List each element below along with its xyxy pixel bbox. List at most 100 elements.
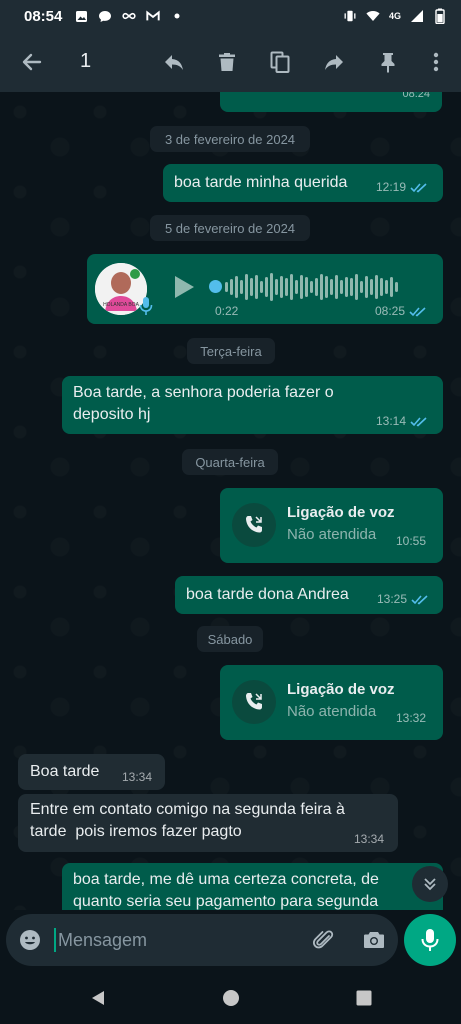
scroll-to-bottom-button[interactable] xyxy=(412,866,448,902)
message-input-container[interactable] xyxy=(6,914,398,966)
nav-back-icon xyxy=(92,991,104,1005)
waveform-bar xyxy=(370,279,373,295)
status-notification-icons xyxy=(74,9,184,23)
message-text: Boa tarde xyxy=(30,763,100,780)
waveform-bar xyxy=(280,276,283,298)
waveform-bar xyxy=(245,274,248,300)
voice-message[interactable]: HOLANDA BOA 0:22 08:25 xyxy=(87,254,443,324)
missed-call-icon xyxy=(246,516,262,533)
nav-recents-button[interactable] xyxy=(352,986,376,1010)
voice-waveform[interactable] xyxy=(225,272,398,302)
message-composer xyxy=(0,910,461,970)
message-text-line: tarde pois iremos fazer pagto xyxy=(30,823,242,840)
message-time: 13:25 xyxy=(377,592,408,606)
waveform-bar xyxy=(310,281,313,293)
waveform-bar xyxy=(235,276,238,298)
outgoing-message[interactable]: boa tarde, me dê uma certeza concreta, d… xyxy=(62,863,443,910)
delete-button[interactable] xyxy=(213,48,241,76)
waveform-bar xyxy=(355,274,358,300)
play-button[interactable] xyxy=(171,274,197,305)
battery-icon xyxy=(433,8,447,24)
image-icon xyxy=(74,9,88,23)
nav-home-icon xyxy=(223,990,239,1006)
network-type: 4G xyxy=(388,11,401,21)
waveform-bar xyxy=(285,278,288,296)
message-text-line: deposito hj xyxy=(73,406,151,423)
message-meta: 13:14 xyxy=(376,414,428,428)
missed-voice-call[interactable]: Ligação de voz Não atendida 13:32 xyxy=(220,665,443,740)
waveform-bar xyxy=(330,279,333,295)
waveform-bar xyxy=(295,280,298,294)
message-time: 13:32 xyxy=(396,711,427,725)
pin-button[interactable] xyxy=(374,48,402,76)
outgoing-message[interactable]: Boa tarde, a senhora poderia fazer o dep… xyxy=(62,376,443,434)
read-ticks-icon xyxy=(410,182,427,192)
read-ticks-icon xyxy=(409,306,426,316)
waveform-bar xyxy=(350,278,353,296)
missed-voice-call[interactable]: Ligação de voz Não atendida 10:55 xyxy=(220,488,443,563)
outgoing-message[interactable]: boa tarde dona Andrea 13:25 xyxy=(175,576,443,614)
message-bubble-partial[interactable]: 08:24 xyxy=(220,92,442,112)
voice-progress-knob[interactable] xyxy=(209,280,222,293)
attach-button[interactable] xyxy=(312,928,336,957)
microphone-icon xyxy=(421,929,439,951)
wifi-icon xyxy=(366,9,380,23)
message-meta: 08:25 xyxy=(375,304,427,318)
date-separator: Sábado xyxy=(197,626,263,652)
waveform-bar xyxy=(225,282,228,292)
pin-icon xyxy=(381,53,395,73)
nav-home-button[interactable] xyxy=(219,986,243,1010)
read-ticks-icon xyxy=(411,594,428,604)
waveform-bar xyxy=(300,275,303,299)
voice-duration: 0:22 xyxy=(215,304,239,318)
outgoing-message[interactable]: boa tarde minha querida 12:19 xyxy=(163,164,443,202)
double-chevron-down-icon xyxy=(424,878,436,891)
dot-icon xyxy=(170,9,184,23)
waveform-bar xyxy=(375,275,378,299)
missed-call-icon xyxy=(246,693,262,710)
incoming-message[interactable]: Entre em contato comigo na segunda feira… xyxy=(18,794,398,852)
waveform-bar xyxy=(315,278,318,296)
message-text: boa tarde minha querida xyxy=(174,174,348,191)
waveform-bar xyxy=(255,275,258,299)
signal-icon xyxy=(410,9,424,23)
trash-icon xyxy=(219,53,235,71)
reply-button[interactable] xyxy=(160,48,188,76)
emoji-button[interactable] xyxy=(18,928,42,957)
more-vert-icon xyxy=(433,52,439,72)
message-text-line: Boa tarde, a senhora poderia fazer o xyxy=(73,384,334,401)
message-meta: 13:25 xyxy=(377,592,429,606)
call-status: Não atendida xyxy=(287,526,377,543)
message-text-line: boa tarde, me dê uma certeza concreta, d… xyxy=(73,871,379,888)
copy-button[interactable] xyxy=(266,48,294,76)
call-title: Ligação de voz xyxy=(287,681,395,698)
chat-area[interactable]: 08:24 3 de fevereiro de 2024 boa tarde m… xyxy=(0,92,461,910)
more-options-button[interactable] xyxy=(422,48,450,76)
message-time: 13:34 xyxy=(122,770,153,784)
back-button[interactable] xyxy=(18,48,46,76)
message-time: 08:25 xyxy=(375,304,406,318)
message-text-line: quanto seria seu pagamento para segunda xyxy=(73,893,379,910)
date-separator: Quarta-feira xyxy=(182,449,278,475)
waveform-bar xyxy=(345,277,348,297)
waveform-bar xyxy=(335,275,338,299)
camera-button[interactable] xyxy=(362,928,386,957)
nav-back-button[interactable] xyxy=(86,986,110,1010)
message-meta: 12:19 xyxy=(376,180,428,194)
message-text: boa tarde dona Andrea xyxy=(186,586,349,603)
voice-record-button[interactable] xyxy=(404,914,456,966)
incoming-message[interactable]: Boa tarde 13:34 xyxy=(18,754,165,790)
system-navigation-bar xyxy=(0,970,461,1024)
message-time: 08:24 xyxy=(402,92,430,100)
status-bar: 08:54 4G xyxy=(0,0,461,32)
message-input[interactable] xyxy=(54,928,294,952)
waveform-bar xyxy=(325,276,328,298)
waveform-bar xyxy=(320,274,323,300)
forward-button[interactable] xyxy=(320,48,348,76)
copy-icon xyxy=(270,51,290,73)
call-icon-container xyxy=(232,503,276,547)
waveform-bar xyxy=(305,277,308,297)
date-separator: Terça-feira xyxy=(187,338,275,364)
infinity-icon xyxy=(122,9,136,23)
waveform-bar xyxy=(360,281,363,293)
